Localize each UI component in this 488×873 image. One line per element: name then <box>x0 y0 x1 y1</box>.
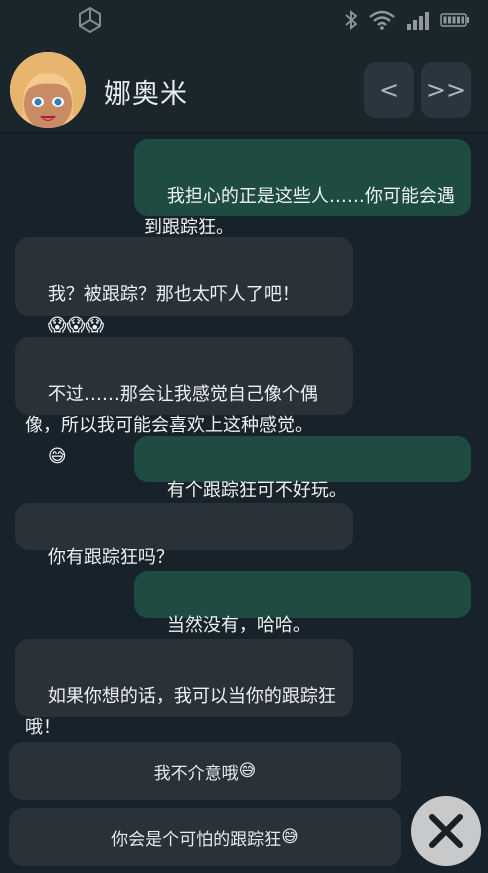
chat-header: 娜奥米 < >> <box>0 42 488 133</box>
chat-log[interactable]: 我担心的正是这些人……你可能会遇到跟踪狂。 我？被跟踪？那也太吓人了吧！ 😱😱😱… <box>0 133 488 769</box>
message-text: 当然没有，哈哈。 <box>166 615 311 636</box>
message-me: 我担心的正是这些人……你可能会遇到跟踪狂。 <box>134 139 471 238</box>
reply-text: 我不介意哦 <box>153 763 239 784</box>
message-text: 我？被跟踪？那也太吓人了吧！ <box>47 284 300 305</box>
emoji-icon: 😅 <box>238 761 257 781</box>
bluetooth-icon <box>345 10 358 30</box>
close-button[interactable] <box>411 796 481 866</box>
message-her: 如果你想的话，我可以当你的跟踪狂哦！ 😘 <box>15 639 353 769</box>
reply-option[interactable]: 你会是个可怕的跟踪狂 😅 <box>9 808 401 866</box>
message-text: 你有跟踪狂吗？ <box>47 547 174 568</box>
status-bar <box>0 0 488 42</box>
message-text: 有个跟踪狂可不好玩。 <box>166 480 347 501</box>
close-icon <box>429 814 463 848</box>
battery-icon <box>440 13 469 27</box>
message-text: 不过……那会让我感觉自己像个偶像，所以我可能会喜欢上这种感觉。 <box>25 384 318 436</box>
message-her: 你有跟踪狂吗？ <box>15 503 353 568</box>
message-text: 我担心的正是这些人……你可能会遇到跟踪狂。 <box>144 186 455 238</box>
app-hexagon-icon <box>79 6 101 34</box>
contact-name: 娜奥米 <box>104 79 188 110</box>
signal-icon <box>407 12 429 30</box>
avatar[interactable] <box>10 52 86 128</box>
message-me: 有个跟踪狂可不好玩。 <box>134 436 471 501</box>
prev-button[interactable]: < <box>364 62 414 118</box>
reply-option[interactable]: 我不介意哦 😅 <box>9 742 401 800</box>
message-text: 如果你想的话，我可以当你的跟踪狂哦！ <box>25 686 336 738</box>
message-her: 我？被跟踪？那也太吓人了吧！ 😱😱😱 <box>15 237 353 336</box>
message-me: 当然没有，哈哈。 <box>134 571 471 636</box>
emoji-icon: 😅 <box>47 446 67 467</box>
next-button[interactable]: >> <box>421 62 471 118</box>
emoji-icon: 😱😱😱 <box>47 315 105 336</box>
wifi-icon <box>369 10 395 30</box>
reply-text: 你会是个可怕的跟踪狂 <box>111 829 282 850</box>
message-her: 不过……那会让我感觉自己像个偶像，所以我可能会喜欢上这种感觉。 😅 <box>15 337 353 467</box>
avatar-image <box>10 52 86 128</box>
emoji-icon: 😅 <box>281 827 299 847</box>
